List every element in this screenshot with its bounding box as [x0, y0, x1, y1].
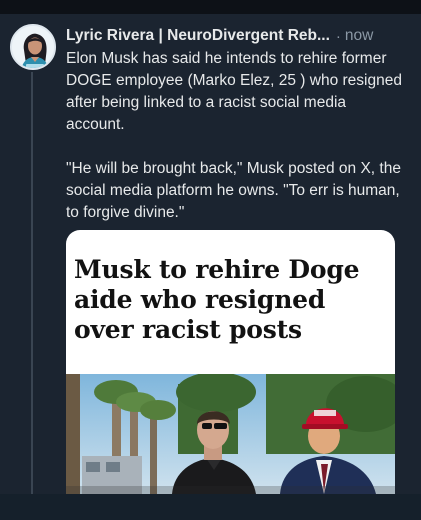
timestamp[interactable]: now: [345, 27, 373, 45]
separator-dot: ·: [335, 27, 341, 45]
link-card[interactable]: Musk to rehire Doge aide who resigned ov…: [66, 230, 395, 494]
avatar[interactable]: [10, 24, 56, 70]
link-card-photo: [66, 374, 395, 494]
post-header: Lyric Rivera | NeuroDivergent Reb... · n…: [66, 24, 406, 48]
post-paragraph-2: "He will be brought back," Musk posted o…: [66, 160, 401, 221]
post[interactable]: Lyric Rivera | NeuroDivergent Reb... · n…: [0, 14, 421, 512]
thread-line: [31, 72, 33, 512]
post-paragraph-1: Elon Musk has said he intends to rehire …: [66, 50, 402, 133]
top-strip: [0, 0, 421, 14]
link-card-headline: Musk to rehire Doge aide who resigned ov…: [74, 255, 360, 344]
user-avatar-icon: [12, 26, 54, 68]
author-name[interactable]: Lyric Rivera | NeuroDivergent Reb...: [66, 27, 330, 45]
bottom-strip: [0, 494, 421, 520]
post-body: Elon Musk has said he intends to rehire …: [66, 48, 402, 224]
